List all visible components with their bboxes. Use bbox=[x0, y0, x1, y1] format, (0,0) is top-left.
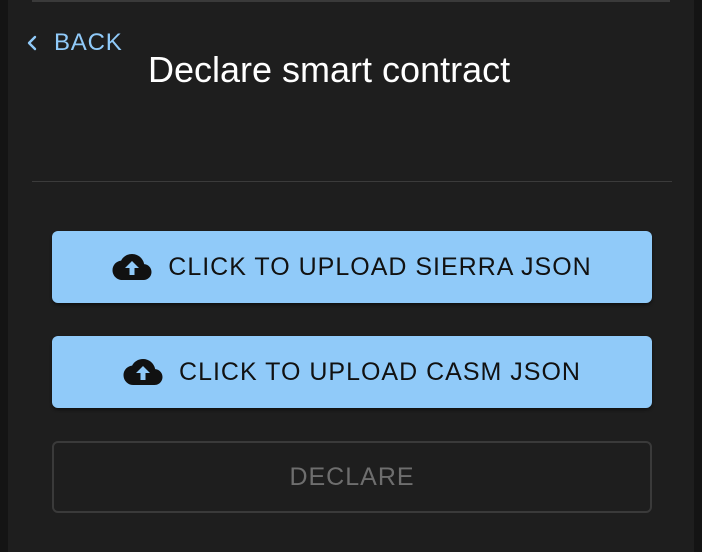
top-divider bbox=[32, 0, 670, 2]
upload-sierra-json-button[interactable]: CLICK TO UPLOAD SIERRA JSON bbox=[52, 231, 652, 303]
page-title: Declare smart contract bbox=[148, 49, 511, 90]
header-divider bbox=[32, 181, 672, 182]
upload-casm-json-button[interactable]: CLICK TO UPLOAD CASM JSON bbox=[52, 336, 652, 408]
upload-casm-label: CLICK TO UPLOAD CASM JSON bbox=[179, 357, 581, 386]
back-button[interactable]: BACK bbox=[26, 26, 123, 60]
chevron-left-icon bbox=[26, 34, 38, 52]
declare-button[interactable]: DECLARE bbox=[52, 441, 652, 513]
app-window: BACK Declare smart contract CLICK TO UPL… bbox=[0, 0, 702, 552]
declare-label: DECLARE bbox=[289, 462, 415, 491]
cloud-upload-icon bbox=[123, 357, 163, 387]
back-label: BACK bbox=[54, 29, 123, 56]
declare-panel: BACK Declare smart contract CLICK TO UPL… bbox=[8, 0, 694, 552]
cloud-upload-icon bbox=[112, 252, 152, 282]
upload-sierra-label: CLICK TO UPLOAD SIERRA JSON bbox=[168, 252, 592, 281]
